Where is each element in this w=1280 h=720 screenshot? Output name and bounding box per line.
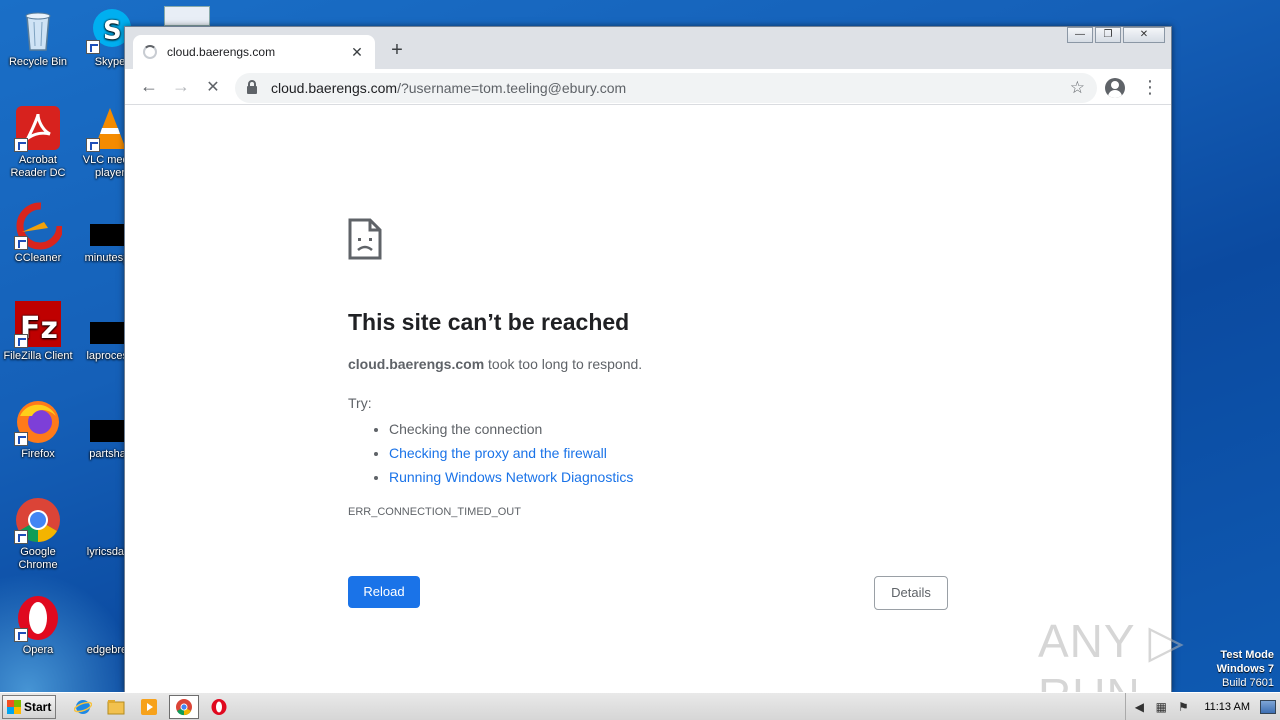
new-tab-button[interactable]: + <box>387 39 407 61</box>
document-icon <box>164 6 210 26</box>
network-icon[interactable]: ▦ <box>1154 700 1168 714</box>
tab-close-icon[interactable]: ✕ <box>349 44 365 61</box>
profile-avatar-icon[interactable] <box>1105 78 1125 98</box>
firefox-shortcut[interactable]: Firefox <box>0 398 76 461</box>
address-bar[interactable]: cloud.baerengs.com/?username=tom.teeling… <box>235 73 1097 103</box>
suggestion-network-diagnostics-link[interactable]: Running Windows Network Diagnostics <box>389 465 633 489</box>
browser-window: cloud.baerengs.com ✕ + — ❐ ✕ ← → ✕ cloud… <box>124 26 1172 692</box>
error-description: cloud.baerengs.com took too long to resp… <box>348 356 642 372</box>
svg-text:S: S <box>103 16 122 46</box>
restore-button[interactable]: ❐ <box>1095 27 1121 43</box>
recycle-bin-shortcut[interactable]: Recycle Bin <box>0 6 76 69</box>
reload-button[interactable]: Reload <box>348 576 420 608</box>
test-mode-line: Test Mode <box>1220 649 1274 661</box>
taskbar-explorer[interactable] <box>103 695 129 719</box>
shortcut-arrow-icon <box>14 334 28 348</box>
filezilla-shortcut[interactable]: Fz FileZilla Client <box>0 300 76 363</box>
start-button[interactable]: Start <box>2 694 56 719</box>
url-text[interactable]: cloud.baerengs.com/?username=tom.teeling… <box>271 80 1070 96</box>
error-host: cloud.baerengs.com <box>348 356 485 372</box>
acrobat-shortcut[interactable]: Acrobat Reader DC <box>0 104 76 180</box>
desktop-icon-label: Opera <box>22 644 54 656</box>
internet-explorer-icon <box>74 699 92 714</box>
system-tray: ◀ ▦ ⚑ 11:13 AM <box>1125 693 1280 720</box>
test-mode-line: Windows 7 <box>1216 663 1274 675</box>
toolbar: ← → ✕ cloud.baerengs.com/?username=tom.t… <box>125 69 1171 105</box>
taskbar-opera[interactable] <box>206 695 232 719</box>
taskbar: Start ◀ ▦ ⚑ 11:13 AM <box>0 692 1280 720</box>
url-host: cloud.baerengs.com <box>271 80 398 96</box>
desktop-icon-label: Recycle Bin <box>8 56 68 68</box>
recycle-bin-icon <box>14 6 62 54</box>
error-page: This site can’t be reached cloud.baereng… <box>125 106 1171 692</box>
ccleaner-shortcut[interactable]: CCleaner <box>0 202 76 265</box>
back-button[interactable]: ← <box>133 71 165 103</box>
tab-active[interactable]: cloud.baerengs.com ✕ <box>133 35 375 69</box>
shortcut-arrow-icon <box>14 628 28 642</box>
tab-strip: cloud.baerengs.com ✕ + — ❐ ✕ <box>125 27 1171 69</box>
clock[interactable]: 11:13 AM <box>1204 701 1250 713</box>
menu-kebab-icon[interactable]: ⋮ <box>1141 77 1159 97</box>
suggestion-link-text[interactable]: Running Windows Network Diagnostics <box>389 469 633 485</box>
desktop-icon-label: FileZilla Client <box>3 350 73 362</box>
folder-icon <box>107 699 125 714</box>
filezilla-icon: Fz <box>14 300 62 348</box>
stop-loading-button[interactable]: ✕ <box>197 71 229 103</box>
shortcut-arrow-icon <box>86 138 100 152</box>
volume-icon[interactable]: ◀ <box>1132 700 1146 714</box>
shortcut-arrow-icon <box>14 432 28 446</box>
try-label: Try: <box>348 395 372 411</box>
minimize-button[interactable]: — <box>1067 27 1093 43</box>
suggestion-link-text[interactable]: Checking the proxy and the firewall <box>389 445 607 461</box>
taskbar-ie[interactable] <box>70 695 96 719</box>
details-button[interactable]: Details <box>874 576 948 610</box>
windows-flag-icon <box>7 699 21 714</box>
lock-icon <box>247 80 257 94</box>
forward-button[interactable]: → <box>165 71 197 103</box>
desktop-icon-label: Acrobat Reader DC <box>10 154 66 179</box>
test-mode-notice: Test Mode Windows 7 Build 7601 <box>1217 648 1274 690</box>
suggestion-check-connection: Checking the connection <box>389 417 633 441</box>
action-center-flag-icon[interactable]: ⚑ <box>1176 700 1190 714</box>
taskbar-media-player[interactable] <box>136 695 162 719</box>
shortcut-arrow-icon <box>14 530 28 544</box>
error-title: This site can’t be reached <box>348 309 630 335</box>
media-player-icon <box>141 698 157 715</box>
start-label: Start <box>24 699 52 714</box>
error-code: ERR_CONNECTION_TIMED_OUT <box>348 506 521 518</box>
tab-title: cloud.baerengs.com <box>167 45 276 59</box>
desktop-icon-label: Google Chrome <box>18 546 58 571</box>
close-window-button[interactable]: ✕ <box>1123 27 1165 43</box>
desktop-icon-label: Firefox <box>21 448 55 460</box>
chrome-shortcut[interactable]: Google Chrome <box>0 496 76 572</box>
url-path: /?username=tom.teeling@ebury.com <box>397 80 627 96</box>
shortcut-arrow-icon <box>86 40 100 54</box>
chrome-icon <box>176 698 192 715</box>
opera-icon <box>211 698 227 715</box>
taskbar-chrome[interactable] <box>169 694 199 719</box>
sad-page-icon <box>348 218 382 260</box>
show-desktop-button[interactable] <box>1260 699 1276 714</box>
window-controls: — ❐ ✕ <box>1065 27 1165 43</box>
ccleaner-icon <box>14 202 64 250</box>
opera-shortcut[interactable]: Opera <box>0 594 76 657</box>
loading-spinner-icon <box>143 45 157 59</box>
shortcut-arrow-icon <box>14 138 28 152</box>
test-mode-line: Build 7601 <box>1222 677 1274 689</box>
chrome-icon <box>14 496 62 544</box>
firefox-icon <box>14 398 62 446</box>
desktop-icon-label: CCleaner <box>14 252 62 264</box>
suggestion-check-proxy-link[interactable]: Checking the proxy and the firewall <box>389 441 633 465</box>
opera-icon <box>14 594 62 642</box>
error-desc-text: took too long to respond. <box>484 356 643 372</box>
acrobat-icon <box>14 104 62 152</box>
suggestions-list: Checking the connection Checking the pro… <box>369 417 633 489</box>
shortcut-arrow-icon <box>14 236 28 250</box>
bookmark-star-icon[interactable]: ☆ <box>1070 78 1085 98</box>
